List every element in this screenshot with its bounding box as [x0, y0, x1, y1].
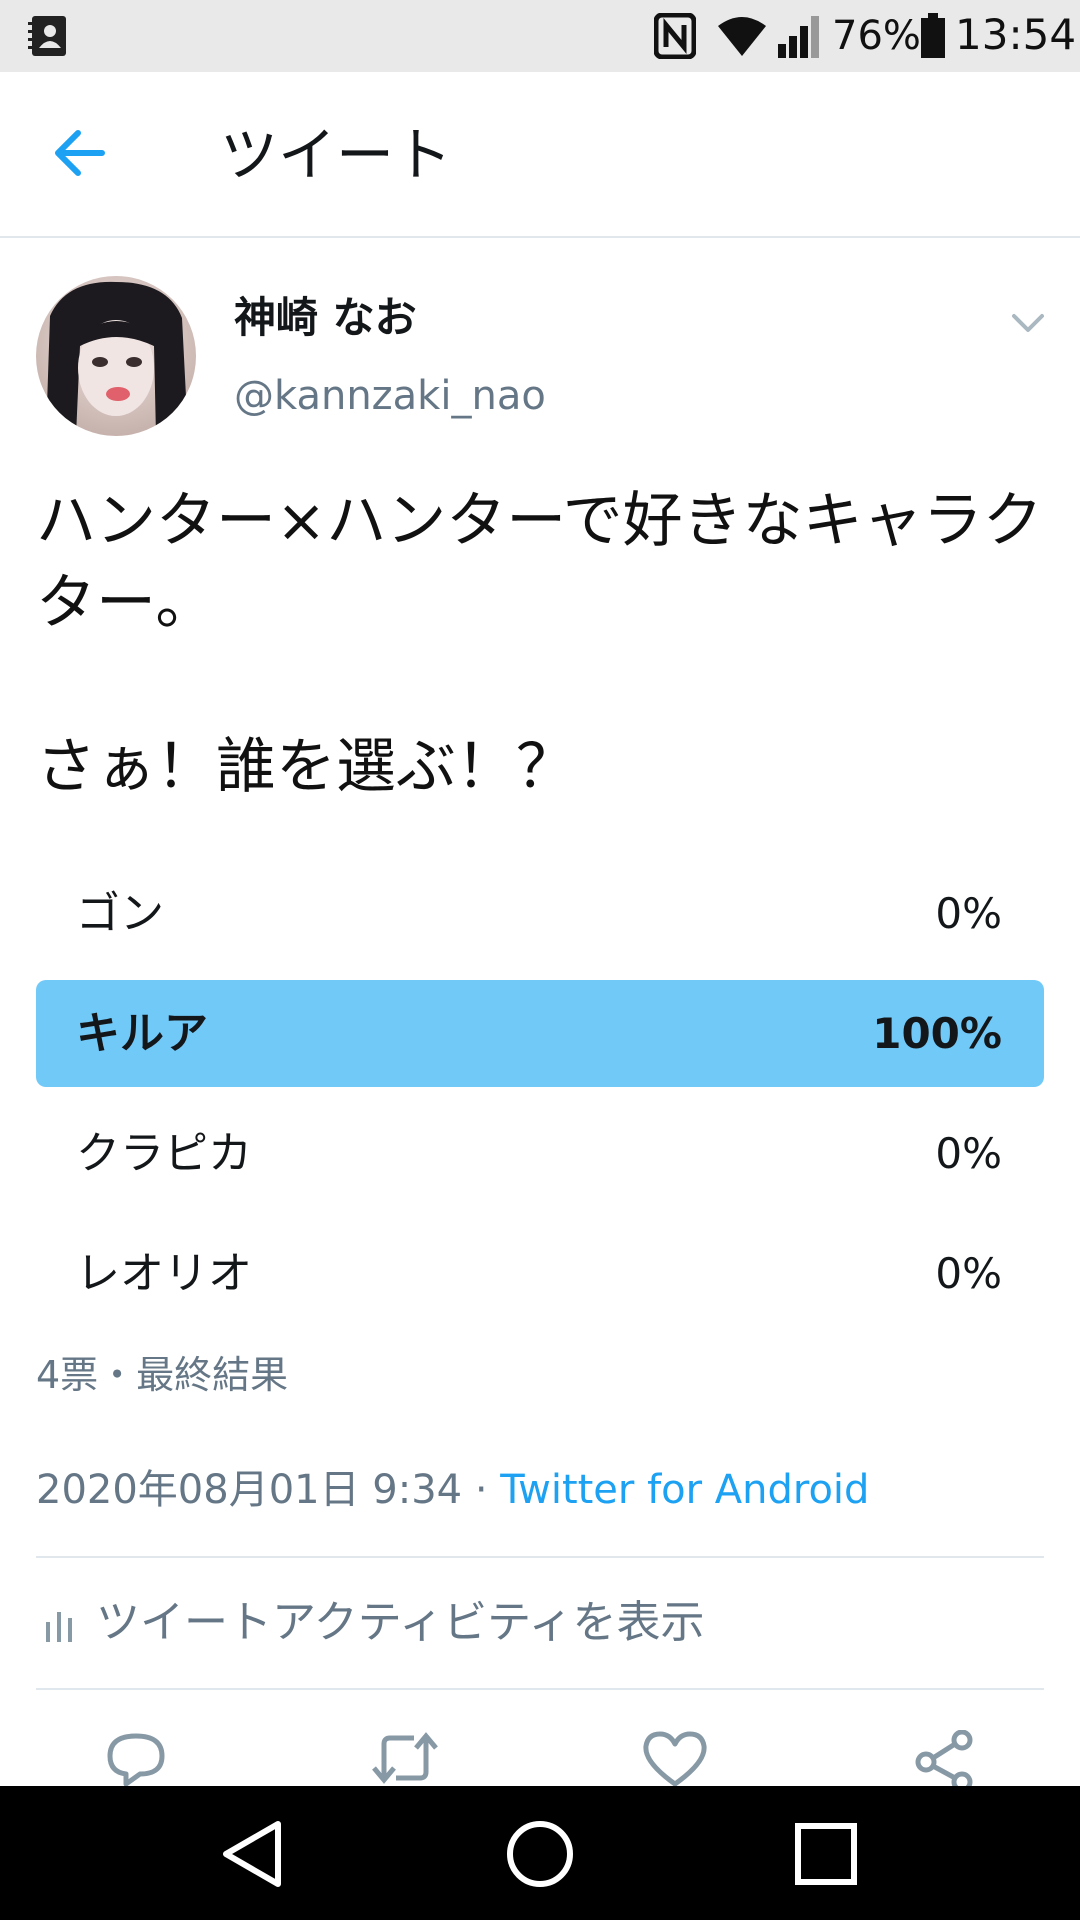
back-button[interactable] [52, 127, 116, 183]
handle[interactable]: @kannzaki_nao [234, 372, 546, 420]
timestamp: 2020年08月01日 9:34 [36, 1467, 463, 1513]
poll-option-percent: 0% [935, 1129, 1002, 1178]
arrow-left-icon [55, 130, 105, 176]
poll-option-label: レオリオ [76, 1248, 252, 1299]
source-link[interactable]: Twitter for Android [500, 1467, 869, 1513]
divider [36, 1688, 1044, 1690]
poll-option: レオリオ 0% [36, 1220, 1044, 1327]
poll-option-percent: 0% [935, 889, 1002, 938]
nav-back-icon[interactable] [216, 1816, 292, 1892]
nav-home-icon[interactable] [502, 1816, 578, 1892]
reply-icon[interactable] [102, 1730, 172, 1787]
contacts-icon [26, 14, 68, 62]
chevron-down-icon[interactable] [1008, 304, 1048, 340]
share-icon[interactable] [910, 1729, 980, 1793]
page-title: ツイート [220, 121, 453, 189]
separator: · [462, 1467, 501, 1513]
clock: 13:54 [955, 10, 1077, 59]
poll-option-label: ゴン [76, 888, 164, 939]
status-bar: 76% 13:54 [0, 0, 1080, 72]
divider [36, 1556, 1044, 1558]
poll-option-winner: キルア 100% [36, 980, 1044, 1087]
poll-summary: 4票・最終結果 [36, 1353, 289, 1397]
battery-icon [920, 13, 946, 63]
poll-option-label: キルア [76, 1008, 208, 1059]
retweet-icon[interactable] [370, 1730, 440, 1786]
poll-option: クラピカ 0% [36, 1100, 1044, 1207]
action-bar [0, 1729, 1080, 1793]
screen: 76% 13:54 ツイート 神崎 なお @kannzaki_nao ハンター×… [0, 0, 1080, 1920]
poll-option-label: クラピカ [76, 1128, 252, 1179]
avatar[interactable] [36, 276, 196, 436]
battery-percent: 76% [832, 13, 921, 59]
poll-option: ゴン 0% [36, 860, 1044, 967]
poll: ゴン 0% キルア 100% クラピカ 0% レオリオ 0% [36, 860, 1044, 1340]
wifi-icon [716, 16, 768, 60]
poll-option-percent: 0% [935, 1249, 1002, 1298]
nav-recents-icon[interactable] [788, 1816, 864, 1892]
tweet-activity-label: ツイートアクティビティを表示 [96, 1597, 705, 1648]
like-icon[interactable] [640, 1730, 710, 1787]
app-header: ツイート [0, 72, 1080, 238]
nfc-icon [653, 12, 697, 63]
bar-chart-icon [44, 1608, 74, 1646]
tweet-text: ハンター×ハンターで好きなキャラクター。 さぁ！誰を選ぶ！？ [36, 486, 1043, 802]
navigation-bar [0, 1786, 1080, 1920]
timestamp-row: 2020年08月01日 9:34 · Twitter for Android [36, 1466, 869, 1514]
poll-option-percent: 100% [872, 1009, 1002, 1058]
signal-icon [778, 14, 822, 62]
display-name[interactable]: 神崎 なお [234, 294, 417, 342]
